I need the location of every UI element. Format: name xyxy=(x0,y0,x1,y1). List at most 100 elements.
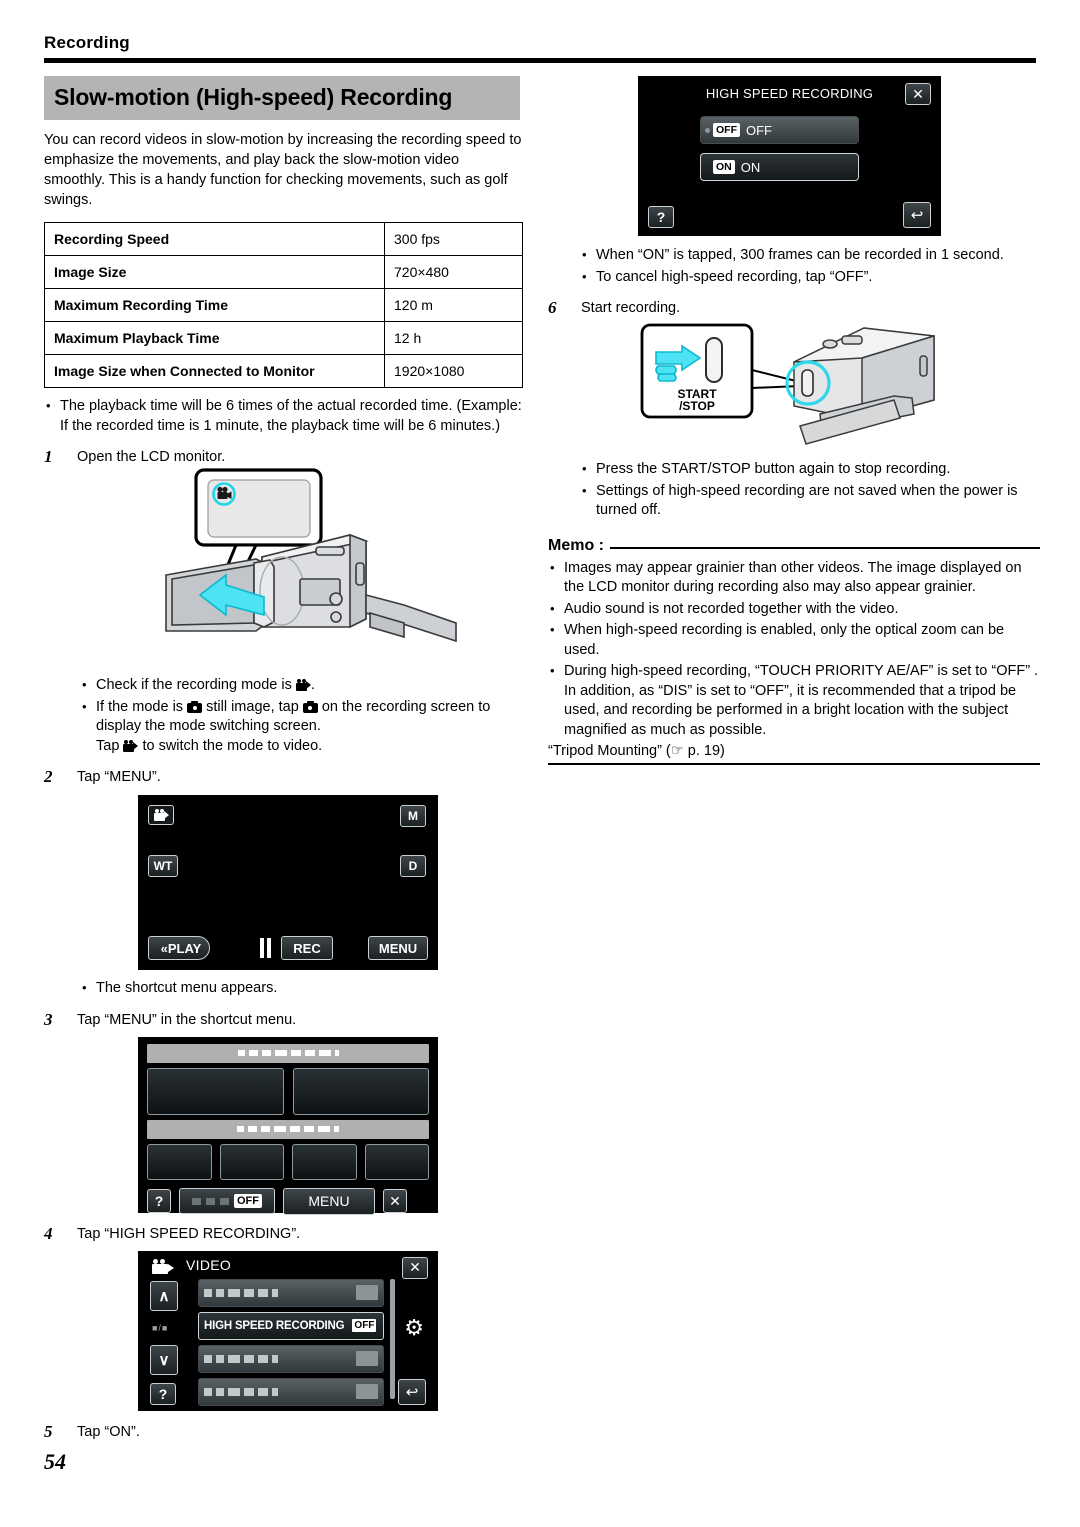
shortcut-setting-button[interactable]: OFF xyxy=(179,1188,275,1214)
list-item[interactable] xyxy=(198,1344,384,1373)
shortcut-row-bottom xyxy=(147,1143,429,1180)
scrollbar[interactable] xyxy=(390,1278,395,1399)
rec-button[interactable]: REC xyxy=(281,936,333,960)
close-icon[interactable]: ✕ xyxy=(905,83,931,105)
memo-rule xyxy=(548,546,1040,549)
shortcut-tile[interactable] xyxy=(364,1143,429,1180)
spec-value: 720×480 xyxy=(384,255,523,289)
play-button[interactable]: «PLAY xyxy=(148,936,210,960)
step-text: Tap “HIGH SPEED RECORDING”. xyxy=(77,1225,301,1242)
spec-value: 1920×1080 xyxy=(384,354,523,388)
step-1: 1 Open the LCD monitor. xyxy=(44,447,524,467)
table-row: Image Size 720×480 xyxy=(44,255,523,289)
page-indicator: ■/■ xyxy=(152,1322,169,1333)
zoom-wt-button[interactable]: WT xyxy=(148,855,178,877)
step-text: Open the LCD monitor. xyxy=(77,449,226,465)
close-icon[interactable]: ✕ xyxy=(383,1189,407,1213)
note-text: to switch the mode to video. xyxy=(142,737,323,754)
shortcut-row-top xyxy=(147,1067,429,1115)
off-badge: OFF xyxy=(234,1194,262,1208)
menu-button[interactable]: MENU xyxy=(283,1187,375,1215)
option-on[interactable]: ON ON xyxy=(700,153,859,181)
start-stop-button-illustration: START /STOP xyxy=(640,323,935,445)
display-button[interactable]: D xyxy=(400,855,426,877)
list-item: To cancel high-speed recording, tap “OFF… xyxy=(580,267,1040,288)
help-button[interactable]: ? xyxy=(147,1189,171,1213)
step-number: 5 xyxy=(44,1421,53,1441)
pause-icon xyxy=(260,938,274,958)
on-badge: ON xyxy=(713,160,735,174)
list-item: Images may appear grainier than other vi… xyxy=(548,558,1040,598)
gear-icon[interactable]: ⚙ xyxy=(404,1316,424,1339)
note-text: still image, tap xyxy=(206,698,299,715)
scroll-down-button[interactable]: ∨ xyxy=(150,1344,178,1375)
list-item: Press the START/STOP button again to sto… xyxy=(580,459,1040,480)
step-number: 3 xyxy=(44,1009,53,1029)
spec-value: 12 h xyxy=(384,321,523,355)
hsr-notes: When “ON” is tapped, 300 frames can be r… xyxy=(580,245,1040,288)
shortcut-tile[interactable] xyxy=(147,1143,212,1180)
step-6-notes: Press the START/STOP button again to sto… xyxy=(580,459,1040,521)
list-item-label: HIGH SPEED RECORDING xyxy=(204,1319,345,1332)
step-text: Tap “MENU” in the shortcut menu. xyxy=(77,1011,297,1028)
shortcut-tile[interactable] xyxy=(147,1067,284,1115)
menu-title: VIDEO xyxy=(186,1256,232,1273)
table-notes: The playback time will be 6 times of the… xyxy=(44,396,524,436)
table-row: Maximum Recording Time 120 m xyxy=(44,288,523,322)
shortcut-tile[interactable] xyxy=(219,1143,284,1180)
video-mode-icon xyxy=(153,809,169,821)
list-item-high-speed-recording[interactable]: HIGH SPEED RECORDING OFF xyxy=(198,1311,384,1340)
video-mode-button[interactable] xyxy=(148,805,174,825)
back-button[interactable]: ↩ xyxy=(398,1378,426,1405)
off-badge: OFF xyxy=(713,123,740,137)
spec-key: Maximum Playback Time xyxy=(44,321,385,355)
memo-list: Images may appear grainier than other vi… xyxy=(548,558,1040,741)
back-button[interactable]: ↩ xyxy=(903,202,931,228)
shortcut-group-header xyxy=(147,1043,429,1063)
video-mode-icon xyxy=(295,679,311,691)
still-image-icon xyxy=(302,700,318,713)
tripod-mounting-link[interactable]: “Tripod Mounting” (☞ p. 19) xyxy=(548,743,1040,759)
right-column: HIGH SPEED RECORDING ✕ OFF OFF ON ON ? ↩… xyxy=(548,76,1040,765)
scroll-up-button[interactable]: ∧ xyxy=(150,1280,178,1311)
step-text: Tap “ON”. xyxy=(77,1423,140,1440)
spec-key: Image Size xyxy=(44,255,385,289)
high-speed-recording-dialog-mock: HIGH SPEED RECORDING ✕ OFF OFF ON ON ? ↩ xyxy=(638,76,941,236)
step-6: 6 Start recording. xyxy=(548,298,1040,318)
list-item[interactable] xyxy=(198,1377,384,1406)
table-row: Image Size when Connected to Monitor 192… xyxy=(44,354,523,388)
list-item: Settings of high-speed recording are not… xyxy=(580,481,1040,521)
step-2-notes: The shortcut menu appears. xyxy=(80,978,524,999)
open-lcd-monitor-illustration xyxy=(165,468,457,643)
header-rule xyxy=(44,58,1036,63)
spec-value: 120 m xyxy=(384,288,523,322)
page-title: Slow-motion (High-speed) Recording xyxy=(44,76,520,120)
note-text: Check if the recording mode is xyxy=(96,677,292,693)
help-button[interactable]: ? xyxy=(150,1382,176,1405)
shortcut-tile[interactable] xyxy=(292,1143,357,1180)
intro-paragraph: You can record videos in slow-motion by … xyxy=(44,132,522,208)
video-mode-icon xyxy=(123,739,139,752)
list-item: Check if the recording mode is . xyxy=(80,675,524,696)
selection-dot xyxy=(705,128,710,133)
list-item: When high-speed recording is enabled, on… xyxy=(548,620,1040,660)
table-row: Recording Speed 300 fps xyxy=(44,222,523,256)
step-number: 1 xyxy=(44,447,53,466)
menu-button[interactable]: MENU xyxy=(368,936,428,960)
option-off[interactable]: OFF OFF xyxy=(700,116,859,144)
option-label: ON xyxy=(740,159,761,175)
list-item[interactable] xyxy=(198,1278,384,1307)
spec-table: Recording Speed 300 fps Image Size 720×4… xyxy=(44,222,523,388)
status-badge: OFF xyxy=(352,1319,377,1332)
video-camera-icon xyxy=(152,1258,174,1274)
close-icon[interactable]: ✕ xyxy=(402,1256,428,1279)
list-item: The playback time will be 6 times of the… xyxy=(44,396,524,436)
page-number: 54 xyxy=(44,1449,66,1474)
step-number: 2 xyxy=(44,767,53,786)
manual-mode-button[interactable]: M xyxy=(400,805,426,827)
page-section-title: Recording xyxy=(44,33,130,52)
shortcut-tile[interactable] xyxy=(292,1067,429,1115)
step-4: 4 Tap “HIGH SPEED RECORDING”. xyxy=(44,1224,524,1244)
help-button[interactable]: ? xyxy=(648,206,674,228)
startstop-label-line2: /STOP xyxy=(679,399,715,413)
